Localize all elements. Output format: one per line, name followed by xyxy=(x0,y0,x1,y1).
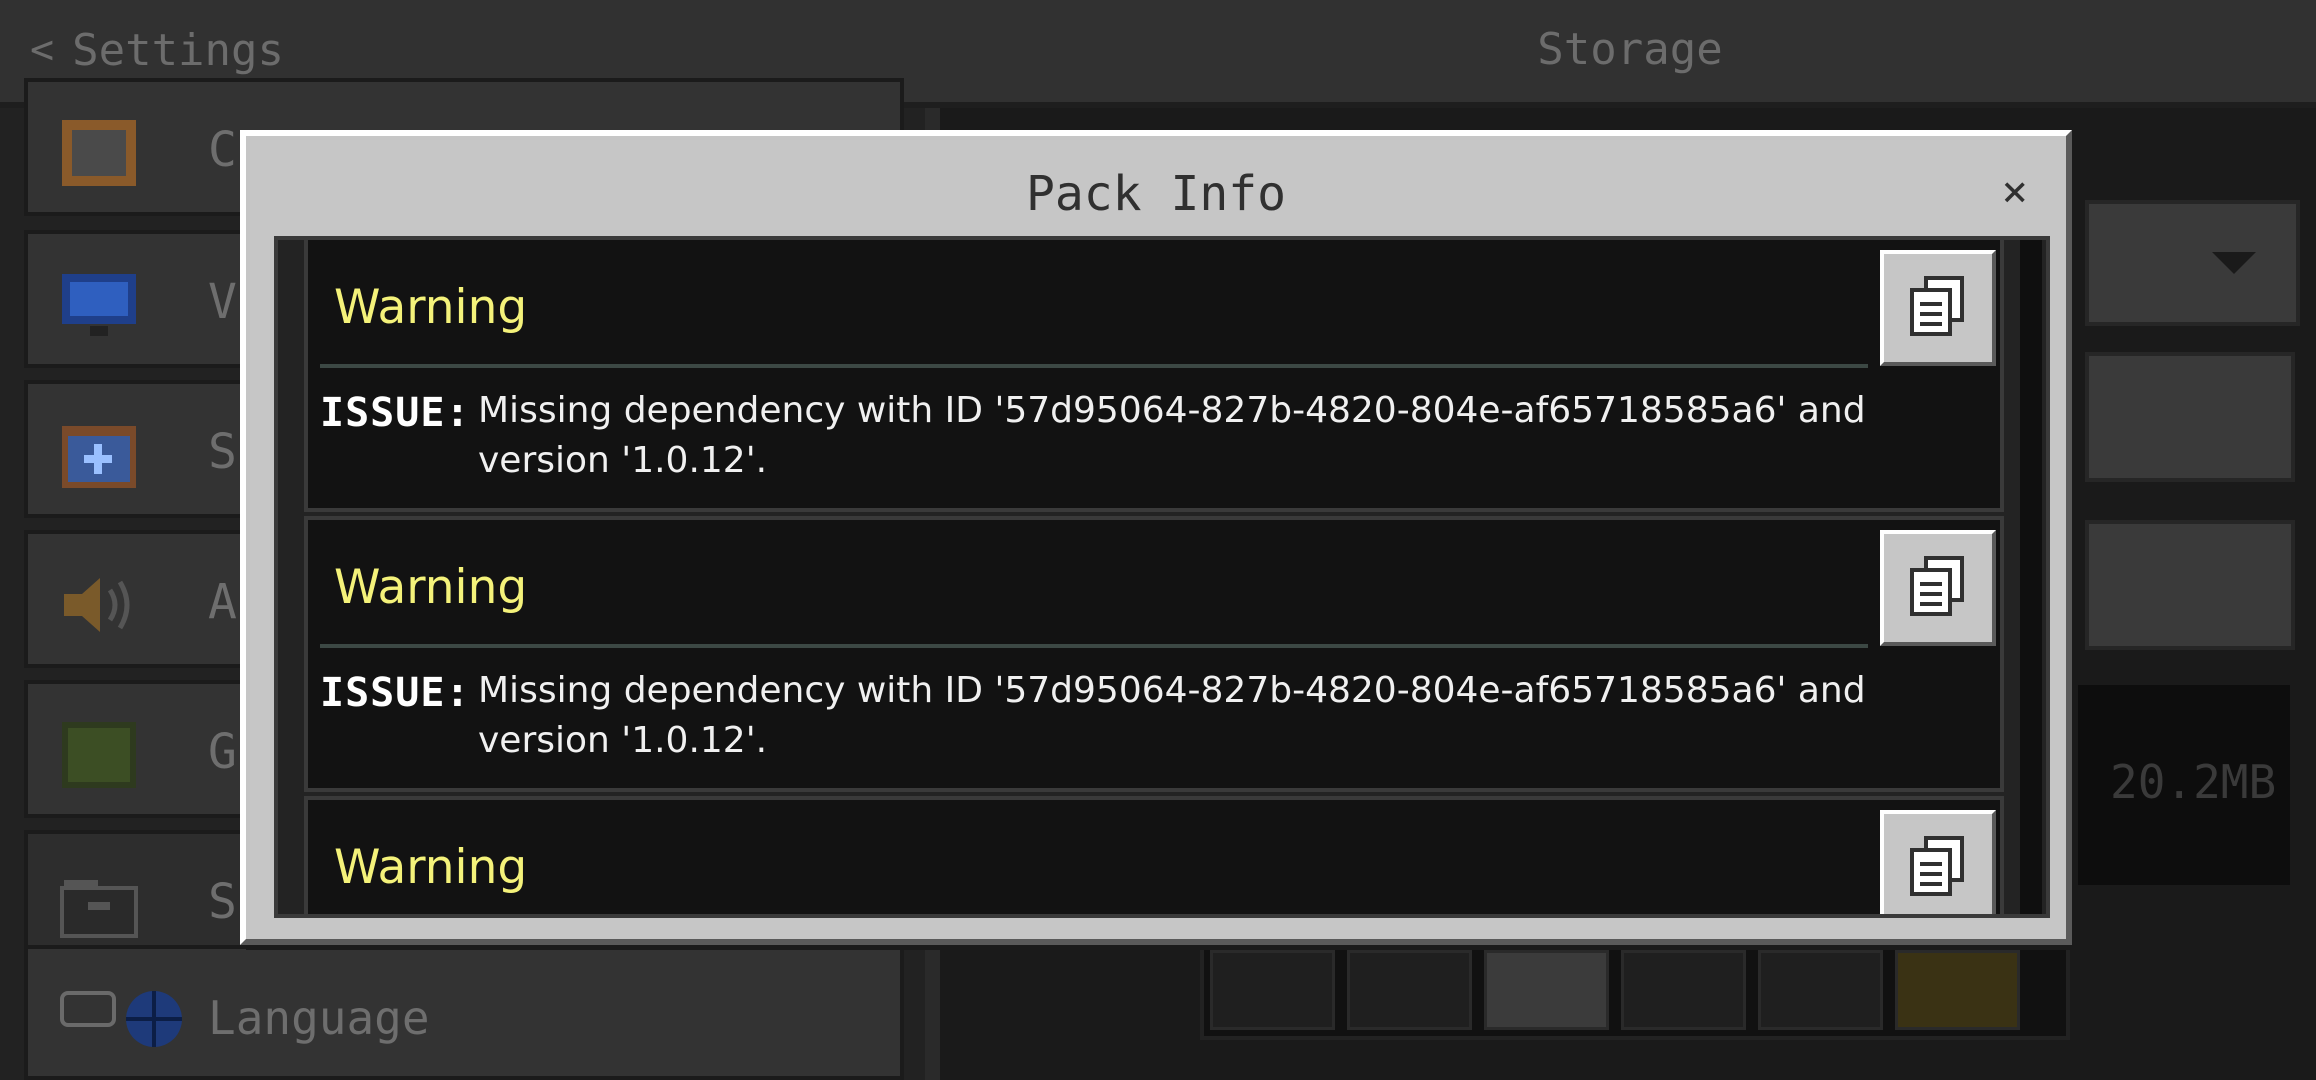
sidebar-item-label: G xyxy=(208,724,237,780)
issue-label: ISSUE: xyxy=(320,670,471,716)
storage-dropdown[interactable] xyxy=(2085,200,2300,326)
hotbar xyxy=(1200,940,2070,1040)
copy-button[interactable] xyxy=(1880,250,1996,366)
back-label: Settings xyxy=(72,24,285,76)
list-item: Warning ISSUE: Missing dependency with I… xyxy=(304,240,2004,512)
sidebar-item-label: A xyxy=(208,574,237,630)
sidebar-item-label: S xyxy=(208,424,237,480)
storage-size: 20.2MB xyxy=(2110,755,2277,809)
list-item: Warning ISSUE: Missing dependency with I… xyxy=(304,516,2004,792)
speaker-icon xyxy=(64,578,130,632)
folder-icon xyxy=(60,880,138,938)
warning-heading: Warning xyxy=(334,280,528,335)
list-item: Warning xyxy=(304,796,2004,914)
storage-button-1[interactable] xyxy=(2085,352,2295,482)
hotbar-slot[interactable] xyxy=(1210,950,1335,1030)
issue-label: ISSUE: xyxy=(320,390,471,436)
divider xyxy=(320,364,1868,368)
creator-icon xyxy=(62,120,136,186)
divider xyxy=(320,644,1868,648)
dialog-title: Pack Info xyxy=(1025,166,1287,222)
pack-info-dialog: Pack Info × Warning ISSUE: Missing depen… xyxy=(240,130,2072,945)
close-icon[interactable]: × xyxy=(2002,166,2029,217)
issue-message: Missing dependency with ID '57d95064-827… xyxy=(478,390,1866,481)
storage-size-box: 20.2MB xyxy=(2070,685,2290,885)
chevron-left-icon: < xyxy=(30,27,55,73)
language-globe-icon xyxy=(60,991,182,1047)
copy-icon xyxy=(1910,836,1964,896)
hotbar-slot[interactable] xyxy=(1758,950,1883,1030)
sidebar-item-label: S xyxy=(208,874,237,930)
issue-list[interactable]: Warning ISSUE: Missing dependency with I… xyxy=(274,236,2050,918)
copy-button[interactable] xyxy=(1880,810,1996,914)
hotbar-slot[interactable] xyxy=(1895,950,2020,1030)
chevron-down-icon xyxy=(2212,252,2256,274)
issue-message: Missing dependency with ID '57d95064-827… xyxy=(478,670,1866,761)
warning-heading: Warning xyxy=(334,840,528,895)
grass-block-icon xyxy=(62,722,136,788)
sidebar-item-label: V xyxy=(208,274,237,330)
copy-icon xyxy=(1910,276,1964,336)
hotbar-slot[interactable] xyxy=(1347,950,1472,1030)
scrollbar[interactable] xyxy=(2020,240,2042,914)
back-button[interactable]: < Settings xyxy=(30,20,284,80)
sidebar-item-label: Language xyxy=(208,991,430,1045)
page-title: Storage xyxy=(1537,24,1723,75)
copy-button[interactable] xyxy=(1880,530,1996,646)
sidebar-item-language[interactable]: Language xyxy=(24,945,904,1080)
storage-button-2[interactable] xyxy=(2085,520,2295,650)
calendar-plus-icon xyxy=(62,426,136,488)
warning-heading: Warning xyxy=(334,560,528,615)
hotbar-slot[interactable] xyxy=(1484,950,1609,1030)
copy-icon xyxy=(1910,556,1964,616)
video-monitor-icon xyxy=(62,274,136,336)
hotbar-slot[interactable] xyxy=(1621,950,1746,1030)
